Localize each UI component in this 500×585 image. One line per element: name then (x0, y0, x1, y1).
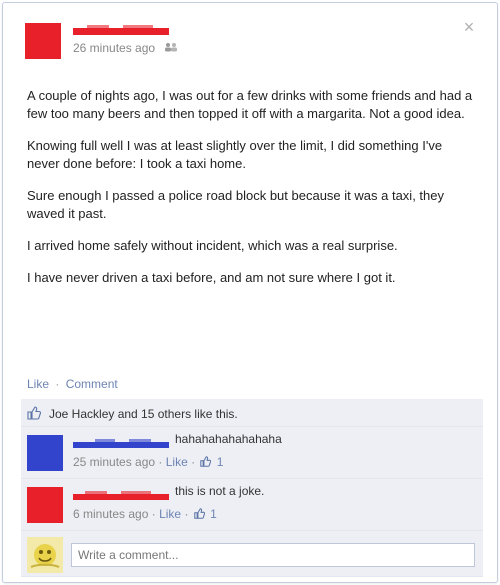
post-paragraph: Knowing full well I was at least slightl… (27, 138, 443, 171)
comment-link[interactable]: Comment (66, 377, 118, 391)
comment-input[interactable] (71, 543, 475, 567)
comment-meta: 6 minutes ago · Like · 1 (73, 507, 217, 521)
comment-avatar[interactable] (27, 487, 63, 523)
commenter-name-redacted[interactable] (73, 436, 169, 448)
post-actions: Like · Comment (27, 377, 118, 391)
friends-icon[interactable] (164, 42, 178, 55)
close-icon[interactable]: × (459, 17, 479, 37)
post-paragraph: I arrived home safely without incident, … (27, 238, 398, 253)
comment-meta: 25 minutes ago · Like · 1 (73, 455, 223, 469)
comment-like-link[interactable]: Like (159, 507, 181, 521)
comment-time[interactable]: 6 minutes ago (73, 507, 148, 521)
comment-composer (21, 531, 483, 577)
author-avatar[interactable] (25, 23, 61, 59)
thumbs-up-icon (194, 508, 205, 519)
story-meta: 26 minutes ago (73, 41, 178, 55)
comment-avatar[interactable] (27, 435, 63, 471)
action-separator: · (55, 377, 60, 391)
story-header: 26 minutes ago (25, 23, 475, 63)
post-body: A couple of nights ago, I was out for a … (27, 87, 477, 301)
meta-separator: · (151, 507, 156, 521)
comment-like-count[interactable]: 1 (210, 507, 217, 521)
ufi-feedback: Joe Hackley and 15 others like this. hah… (21, 399, 483, 577)
meta-separator: · (184, 507, 189, 521)
story-timestamp[interactable]: 26 minutes ago (73, 41, 155, 55)
like-link[interactable]: Like (27, 377, 49, 391)
comment-time[interactable]: 25 minutes ago (73, 455, 155, 469)
likes-summary-label[interactable]: Joe Hackley and 15 others like this. (49, 407, 238, 421)
comment-like-count[interactable]: 1 (217, 455, 224, 469)
comment-item: hahahahahahahaha 25 minutes ago · Like ·… (21, 427, 483, 479)
meta-separator: · (158, 455, 163, 469)
thumbs-up-icon (27, 406, 42, 420)
likes-summary: Joe Hackley and 15 others like this. (21, 399, 483, 427)
viewer-avatar (27, 537, 63, 573)
feed-story: 26 minutes ago × A couple of nights ago,… (2, 2, 498, 583)
thumbs-up-icon (200, 456, 212, 467)
post-paragraph: I have never driven a taxi before, and a… (27, 270, 396, 285)
post-paragraph: Sure enough I passed a police road block… (27, 188, 444, 221)
author-name-redacted[interactable] (73, 23, 169, 35)
post-paragraph: A couple of nights ago, I was out for a … (27, 88, 473, 121)
comment-like-link[interactable]: Like (166, 455, 188, 469)
commenter-name-redacted[interactable] (73, 488, 169, 500)
likes-text[interactable]: Joe Hackley and 15 others like this. (49, 407, 238, 421)
comment-text: hahahahahahahaha (175, 432, 282, 446)
comment-item: this is not a joke. 6 minutes ago · Like… (21, 479, 483, 531)
meta-separator: · (191, 455, 196, 469)
comment-text: this is not a joke. (175, 484, 265, 498)
